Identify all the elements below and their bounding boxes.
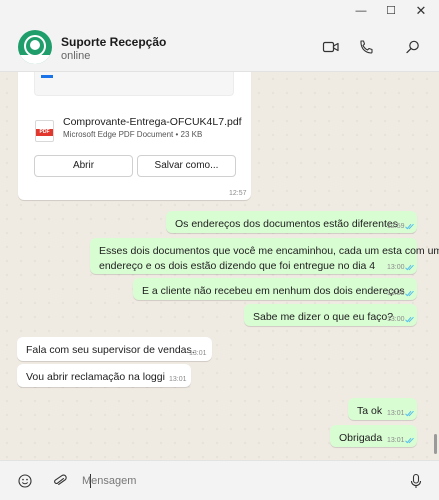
message-time: 13:00 [387,316,405,323]
read-check-icon [405,223,414,230]
message-text-line-1: Esses dois documentos que você me encami… [99,245,439,257]
message-input[interactable] [82,469,382,493]
avatar-logo-dot [30,40,40,50]
message-time: 13:00 [387,264,405,271]
document-message[interactable]: PDF Comprovante-Entrega-OFCUK4L7.pdf Mic… [18,72,251,200]
incoming-message[interactable]: Fala com seu supervisor de vendas. 13:01 [17,337,212,361]
contact-avatar[interactable] [18,30,52,64]
outgoing-message[interactable]: Os endereços dos documentos estão difere… [166,211,417,233]
message-text: E a cliente não recebeu em nenhum dos do… [142,285,405,297]
search-icon[interactable] [404,39,422,55]
emoji-icon[interactable] [17,473,33,489]
message-text: Vou abrir reclamação na loggi [26,371,165,383]
window-titlebar: — ☐ ✕ [0,0,439,22]
read-check-icon [405,410,414,417]
save-as-button[interactable]: Salvar como... [137,155,236,177]
read-check-icon [405,316,414,323]
message-time: 13:01 [387,410,405,417]
document-preview-bar [41,75,53,78]
contact-name[interactable]: Suporte Recepção [61,35,166,49]
document-preview[interactable] [34,72,234,96]
message-text: Sabe me dizer o que eu faço? [253,311,394,323]
document-meta: Microsoft Edge PDF Document • 23 KB [63,130,203,139]
chat-header: Suporte Recepção online [0,22,439,72]
pdf-file-tag: PDF [36,129,53,136]
phone-icon[interactable] [357,39,375,55]
message-time: 13:01 [387,437,405,444]
maximize-button[interactable]: ☐ [380,2,402,20]
chat-messages-area[interactable]: PDF Comprovante-Entrega-OFCUK4L7.pdf Mic… [0,72,439,460]
message-time: 13:01 [169,376,187,383]
read-check-icon [405,264,414,271]
video-call-icon[interactable] [322,39,340,55]
chat-scrollbar[interactable] [434,434,437,454]
microphone-icon[interactable] [408,473,424,489]
minimize-button[interactable]: — [350,2,372,20]
outgoing-message[interactable]: Esses dois documentos que você me encami… [90,238,439,274]
read-check-icon [405,290,414,297]
message-text: Os endereços dos documentos estão difere… [175,218,398,230]
contact-status: online [61,50,91,62]
outgoing-message[interactable]: Sabe me dizer o que eu faço? 13:00 [244,304,417,326]
open-document-button[interactable]: Abrir [34,155,133,177]
message-text-line-2: endereço e os dois estão dizendo que foi… [99,260,376,272]
document-filename: Comprovante-Entrega-OFCUK4L7.pdf [63,116,242,128]
message-text: Obrigada [339,432,383,444]
pdf-file-icon: PDF [35,120,54,142]
avatar-logo-base [18,55,52,64]
outgoing-message[interactable]: Obrigada 13:01 [330,425,417,447]
read-check-icon [405,437,414,444]
message-time: 13:00 [387,290,405,297]
incoming-message[interactable]: Vou abrir reclamação na loggi 13:01 [17,364,191,387]
message-time: 13:01 [189,350,207,357]
message-time: 12:57 [229,190,247,197]
outgoing-message[interactable]: E a cliente não recebeu em nenhum dos do… [133,278,417,300]
outgoing-message[interactable]: Ta ok 13:01 [348,398,417,420]
close-button[interactable]: ✕ [410,2,432,20]
message-text: Ta ok [357,405,383,417]
attach-icon[interactable] [52,473,68,489]
message-time: 12:59 [387,223,405,230]
message-composer [0,460,439,500]
message-text: Fala com seu supervisor de vendas. [26,344,195,356]
